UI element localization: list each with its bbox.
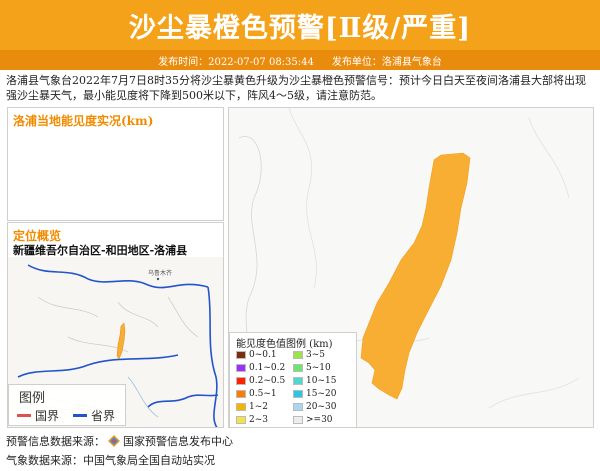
weather-source-line: 气象数据来源：中国气象局全国自动站实况 — [6, 452, 215, 468]
visibility-color-legend: 能见度色值图例 (km) 0~0.1 3~5 0.1~0.2 5~10 0.2~0.5 1… — [229, 332, 357, 428]
legend-item: 3~5 — [293, 350, 325, 360]
legend-swatch — [293, 364, 303, 372]
visibility-legend-title: 能见度色值图例 (km) — [236, 339, 333, 350]
legend-swatch — [293, 377, 303, 385]
legend-label: 0.2~0.5 — [249, 376, 286, 386]
region-label: 新疆维吾尔自治区-和田地区-洛浦县 — [13, 244, 188, 257]
legend-label: >=30 — [306, 415, 333, 425]
provincial-border-swatch — [73, 414, 87, 417]
publisher: 发布单位：洛浦县气象台 — [331, 56, 442, 68]
legend-item: 15~20 — [293, 389, 336, 399]
legend-label: 0.1~0.2 — [249, 363, 286, 373]
legend-item: 0.2~0.5 — [236, 376, 285, 386]
legend-swatch — [236, 377, 246, 385]
legend-item: 20~30 — [293, 402, 336, 412]
legend-swatch — [236, 403, 246, 411]
legend-label: 10~15 — [306, 376, 337, 386]
legend-item: >=30 — [293, 415, 333, 425]
legend-item: 5~10 — [293, 363, 331, 373]
visibility-panel: 洛浦当地能见度实况(km) — [7, 107, 224, 221]
warning-source-label: 预警信息数据来源： — [6, 435, 105, 448]
legend-item: 0.5~1 — [236, 389, 277, 399]
provincial-border-legend: 省界 — [73, 407, 115, 424]
legend-swatch — [293, 416, 303, 424]
provincial-border-label: 省界 — [91, 409, 116, 423]
warning-source-line: 预警信息数据来源： 国家预警信息发布中心 — [6, 433, 233, 449]
publish-time: 发布时间：2022-07-07 08:35:44 — [158, 56, 314, 68]
legend-label: 3~5 — [306, 350, 325, 360]
legend-label: 15~20 — [306, 389, 337, 399]
legend-label: 5~10 — [306, 363, 331, 373]
city-label: 乌鲁木齐 — [148, 269, 172, 277]
warning-header: 沙尘暴橙色预警[Ⅱ级/严重] — [0, 0, 600, 50]
warning-center-logo-icon — [108, 435, 120, 447]
warning-summary: 洛浦县气象台2022年7月7日8时35分将沙尘暴黄色升级为沙尘暴橙色预警信号：预… — [6, 74, 586, 102]
legend-label: 0.5~1 — [249, 389, 277, 399]
legend-item: 1~2 — [236, 402, 268, 412]
legend-swatch — [236, 364, 246, 372]
legend-label: 1~2 — [249, 402, 268, 412]
border-legend-title: 图例 — [19, 391, 46, 406]
legend-swatch — [236, 351, 246, 359]
legend-item: 2~3 — [236, 415, 268, 425]
warning-source-name[interactable]: 国家预警信息发布中心 — [123, 433, 233, 449]
legend-item: 10~15 — [293, 376, 336, 386]
legend-swatch — [236, 390, 246, 398]
border-legend: 图例 国界 省界 — [8, 384, 126, 426]
legend-swatch — [293, 403, 303, 411]
legend-label: 0~0.1 — [249, 350, 277, 360]
publish-info-bar: 发布时间：2022-07-07 08:35:44 发布单位：洛浦县气象台 — [0, 50, 600, 70]
weather-source: 气象数据来源：中国气象局全国自动站实况 — [6, 454, 215, 467]
national-border-label: 国界 — [35, 409, 60, 423]
legend-item: 0.1~0.2 — [236, 363, 285, 373]
national-border-swatch — [17, 414, 31, 417]
legend-swatch — [236, 416, 246, 424]
legend-swatch — [293, 390, 303, 398]
legend-swatch — [293, 351, 303, 359]
legend-label: 20~30 — [306, 402, 337, 412]
visibility-panel-title: 洛浦当地能见度实况(km) — [13, 114, 154, 128]
national-border-legend: 国界 — [17, 407, 59, 424]
legend-label: 2~3 — [249, 415, 268, 425]
warning-title: 沙尘暴橙色预警[Ⅱ级/严重] — [128, 12, 472, 44]
legend-item: 0~0.1 — [236, 350, 277, 360]
